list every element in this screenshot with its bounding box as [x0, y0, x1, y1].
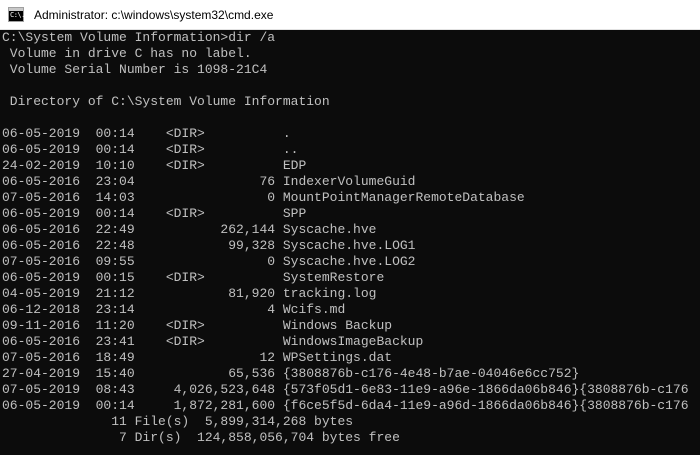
- console-line: Directory of C:\System Volume Informatio…: [2, 94, 330, 109]
- console-line: 7 Dir(s) 124,858,056,704 bytes free: [2, 430, 400, 445]
- title-bar[interactable]: C:\. Administrator: c:\windows\system32\…: [0, 0, 700, 30]
- console-line: 06-05-2019 00:14 1,872,281,600 {f6ce5f5d…: [2, 398, 689, 413]
- console-line: 11 File(s) 5,899,314,268 bytes: [2, 414, 354, 429]
- console-line: 06-05-2016 22:49 262,144 Syscache.hve: [2, 222, 377, 237]
- console-line: 07-05-2016 18:49 12 WPSettings.dat: [2, 350, 393, 365]
- console-line: Volume Serial Number is 1098-21C4: [2, 62, 268, 77]
- console-line: C:\System Volume Information>dir /a: [2, 30, 276, 45]
- console-line: Volume in drive C has no label.: [2, 46, 252, 61]
- console-line: 06-05-2019 00:15 <DIR> SystemRestore: [2, 270, 385, 285]
- cmd-icon[interactable]: C:\.: [8, 7, 25, 22]
- console-line: 06-12-2018 23:14 4 Wcifs.md: [2, 302, 346, 317]
- console-line: 24-02-2019 10:10 <DIR> EDP: [2, 158, 307, 173]
- console-output[interactable]: C:\System Volume Information>dir /a Volu…: [0, 30, 700, 455]
- console-line: 07-05-2016 14:03 0 MountPointManagerRemo…: [2, 190, 525, 205]
- console-line: 06-05-2016 22:48 99,328 Syscache.hve.LOG…: [2, 238, 416, 253]
- console-line: 04-05-2019 21:12 81,920 tracking.log: [2, 286, 377, 301]
- console-line: 06-05-2019 00:14 <DIR> ..: [2, 142, 299, 157]
- console-line: 06-05-2019 00:14 <DIR> SPP: [2, 206, 307, 221]
- console-line: 07-05-2019 08:43 4,026,523,648 {573f05d1…: [2, 382, 689, 397]
- window-title: Administrator: c:\windows\system32\cmd.e…: [34, 8, 274, 22]
- console-line: 06-05-2016 23:04 76 IndexerVolumeGuid: [2, 174, 416, 189]
- console-line: 27-04-2019 15:40 65,536 {3808876b-c176-4…: [2, 366, 580, 381]
- console-line: 06-05-2016 23:41 <DIR> WindowsImageBacku…: [2, 334, 424, 349]
- console-line: 06-05-2019 00:14 <DIR> .: [2, 126, 291, 141]
- console-line: 09-11-2016 11:20 <DIR> Windows Backup: [2, 318, 393, 333]
- cmd-icon-glyph: C:\.: [10, 11, 25, 19]
- cmd-window: C:\. Administrator: c:\windows\system32\…: [0, 0, 700, 455]
- console-line: 07-05-2016 09:55 0 Syscache.hve.LOG2: [2, 254, 416, 269]
